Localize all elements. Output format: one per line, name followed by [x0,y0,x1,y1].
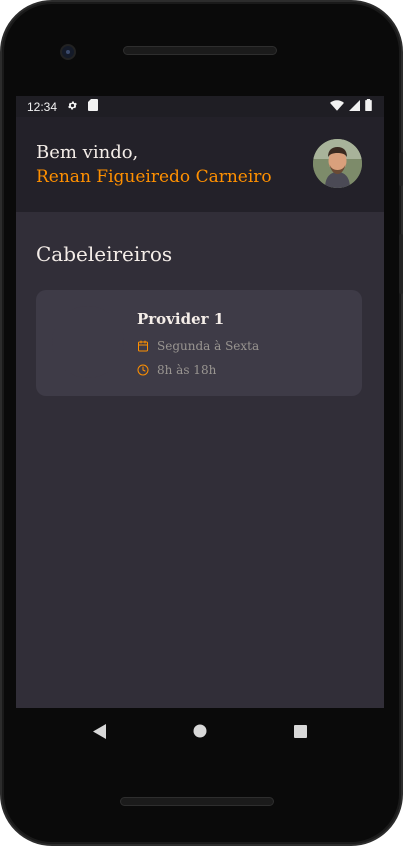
system-nav-bar [16,708,384,754]
phone-frame: 12:34 Bem vindo, Renan Figueiredo Carnei… [0,0,403,846]
earpiece-speaker [123,46,277,55]
provider-hours: 8h às 18h [157,363,217,377]
app-screen: 12:34 Bem vindo, Renan Figueiredo Carnei… [16,96,384,708]
battery-icon [365,99,372,114]
wifi-icon [330,99,344,114]
provider-name: Provider 1 [137,310,225,328]
volume-button [399,234,403,294]
provider-card[interactable]: Provider 1 Segunda à Sexta 8h às 18h [36,290,362,396]
recents-icon[interactable] [290,721,310,741]
front-camera [60,44,76,60]
sd-card-icon [88,99,99,114]
greeting-text: Bem vindo, [36,142,139,163]
home-icon[interactable] [190,721,210,741]
user-name[interactable]: Renan Figueiredo Carneiro [36,167,272,187]
app-header: Bem vindo, Renan Figueiredo Carneiro [16,117,384,212]
user-avatar[interactable] [313,139,362,188]
section-title: Cabeleireiros [36,242,173,266]
signal-icon [349,99,360,114]
bottom-speaker [120,797,274,806]
provider-avatar [52,306,124,378]
gear-icon [67,100,78,114]
status-bar: 12:34 [16,96,384,117]
back-icon[interactable] [90,721,110,741]
calendar-icon [137,340,149,352]
clock-icon [137,364,149,376]
power-button [399,152,403,186]
provider-days-row: Segunda à Sexta [137,339,259,353]
provider-days: Segunda à Sexta [157,339,260,353]
status-time: 12:34 [27,99,58,114]
provider-hours-row: 8h às 18h [137,363,216,377]
